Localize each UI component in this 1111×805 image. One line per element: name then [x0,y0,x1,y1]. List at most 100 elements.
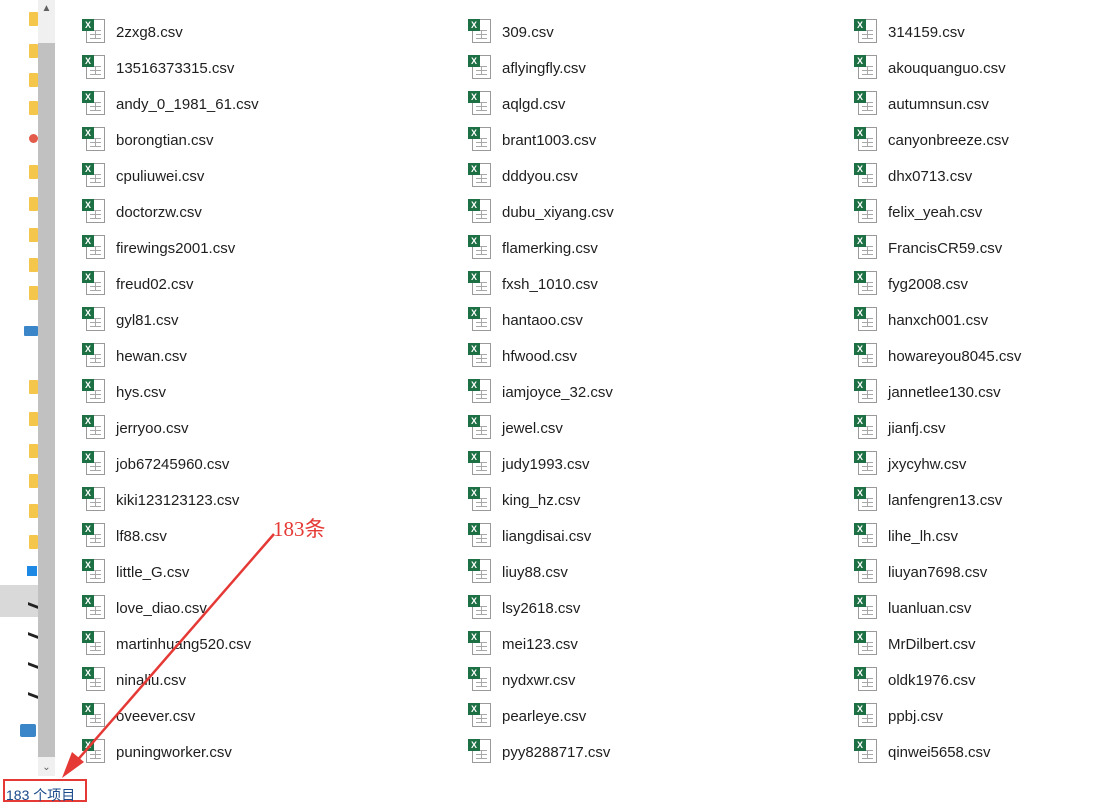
file-item[interactable]: Xlihe_lh.csv [852,518,1111,554]
file-item[interactable]: X 309.csv [466,14,846,50]
file-item[interactable]: Xliuyan7698.csv [852,554,1111,590]
file-item[interactable]: Xpuningworker.csv [80,734,460,770]
file-item[interactable]: Xlsy2618.csv [466,590,846,626]
file-item[interactable]: Xjxycyhw.csv [852,446,1111,482]
excel-csv-icon: X [80,413,110,443]
file-item[interactable]: Xaflyingfly.csv [466,50,846,86]
file-item[interactable]: Xliangdisai.csv [466,518,846,554]
vertical-scrollbar[interactable]: ▲ ⌄ [38,0,55,776]
file-item[interactable]: X 314159.csv [852,14,1111,50]
file-item[interactable]: Xjudy1993.csv [466,446,846,482]
file-item[interactable]: Xlanfengren13.csv [852,482,1111,518]
folder-icon[interactable] [29,380,38,394]
file-item[interactable]: Xqinwei5658.csv [852,734,1111,770]
folder-icon[interactable] [29,228,38,242]
file-item[interactable]: Xborongtian.csv [80,122,460,158]
drive-icon[interactable] [28,632,38,639]
file-item[interactable]: Xhys.csv [80,374,460,410]
file-item[interactable]: Xoldk1976.csv [852,662,1111,698]
file-name: iamjoyce_32.csv [502,383,613,401]
file-item[interactable]: Xautumnsun.csv [852,86,1111,122]
folder-icon[interactable] [29,504,38,518]
folder-icon[interactable] [29,474,38,488]
scroll-down-button[interactable]: ⌄ [38,759,55,776]
file-item[interactable]: Xjewel.csv [466,410,846,446]
folder-icon[interactable] [29,12,38,26]
file-item[interactable]: Xliuy88.csv [466,554,846,590]
app-icon[interactable] [29,134,38,143]
folder-icon[interactable] [29,258,38,272]
file-item[interactable]: Xmei123.csv [466,626,846,662]
file-item[interactable]: Xjannetlee130.csv [852,374,1111,410]
this-pc-icon[interactable] [24,326,38,336]
file-name: jannetlee130.csv [888,383,1001,401]
file-item[interactable]: Xninaliu.csv [80,662,460,698]
file-item[interactable]: Xjob67245960.csv [80,446,460,482]
file-item[interactable]: Xakouquanguo.csv [852,50,1111,86]
windows-drive-icon[interactable] [27,566,37,576]
folder-icon[interactable] [29,444,38,458]
file-item[interactable]: Xoveever.csv [80,698,460,734]
excel-csv-icon: X [80,521,110,551]
file-item[interactable]: Xluanluan.csv [852,590,1111,626]
file-item[interactable]: Xhowareyou8045.csv [852,338,1111,374]
file-item[interactable]: Xdddyou.csv [466,158,846,194]
file-item[interactable]: Xflamerking.csv [466,230,846,266]
file-item[interactable]: Xaqlgd.csv [466,86,846,122]
folder-icon[interactable] [29,73,38,87]
file-item[interactable]: Xcpuliuwei.csv [80,158,460,194]
file-item[interactable]: Xjianfj.csv [852,410,1111,446]
folder-icon[interactable] [29,44,38,58]
file-item[interactable]: Xfxsh_1010.csv [466,266,846,302]
nav-selected-item[interactable] [0,585,38,617]
file-item[interactable]: Xhantaoo.csv [466,302,846,338]
network-icon[interactable] [20,724,36,737]
file-item[interactable]: Xiamjoyce_32.csv [466,374,846,410]
file-item[interactable]: X FrancisCR59.csv [852,230,1111,266]
file-item[interactable]: Xppbj.csv [852,698,1111,734]
file-item[interactable]: Xfelix_yeah.csv [852,194,1111,230]
file-name: flamerking.csv [502,239,598,257]
file-item[interactable]: Xking_hz.csv [466,482,846,518]
file-item[interactable]: Xpearleye.csv [466,698,846,734]
file-item[interactable]: Xnydxwr.csv [466,662,846,698]
file-item[interactable]: Xdoctorzw.csv [80,194,460,230]
file-item[interactable]: Xhfwood.csv [466,338,846,374]
file-item[interactable]: Xmartinhuang520.csv [80,626,460,662]
folder-icon[interactable] [29,535,38,549]
file-item[interactable]: Xcanyonbreeze.csv [852,122,1111,158]
folder-icon[interactable] [29,286,38,300]
file-item[interactable]: Xhewan.csv [80,338,460,374]
folder-icon[interactable] [29,197,38,211]
file-item[interactable]: Xpyy8288717.csv [466,734,846,770]
file-item[interactable]: Xdhx0713.csv [852,158,1111,194]
file-item[interactable]: X 2zxg8.csv [80,14,460,50]
file-item[interactable]: Xfreud02.csv [80,266,460,302]
folder-icon[interactable] [29,101,38,115]
file-item[interactable]: Xandy_0_1981_61.csv [80,86,460,122]
file-item[interactable]: Xbrant1003.csv [466,122,846,158]
folder-icon[interactable] [29,412,38,426]
file-item[interactable]: Xdubu_xiyang.csv [466,194,846,230]
file-item[interactable]: Xgyl81.csv [80,302,460,338]
file-item[interactable]: Xkiki123123123.csv [80,482,460,518]
file-item[interactable]: Xlf88.csv [80,518,460,554]
excel-csv-icon: X [466,521,496,551]
excel-csv-icon: X [80,593,110,623]
file-item[interactable]: Xfyg2008.csv [852,266,1111,302]
file-item[interactable]: X MrDilbert.csv [852,626,1111,662]
drive-icon[interactable] [28,662,38,669]
file-item[interactable]: Xlove_diao.csv [80,590,460,626]
file-name: liangdisai.csv [502,527,592,545]
excel-csv-icon: X [80,557,110,587]
folder-icon[interactable] [29,165,38,179]
file-item[interactable]: Xjerryoo.csv [80,410,460,446]
navigation-pane [0,0,38,776]
file-item[interactable]: Xfirewings2001.csv [80,230,460,266]
drive-icon[interactable] [28,692,38,699]
file-item[interactable]: X 13516373315.csv [80,50,460,86]
file-item[interactable]: Xlittle_G.csv [80,554,460,590]
file-item[interactable]: Xhanxch001.csv [852,302,1111,338]
scroll-up-button[interactable]: ▲ [38,0,55,17]
scroll-thumb[interactable] [38,43,55,757]
